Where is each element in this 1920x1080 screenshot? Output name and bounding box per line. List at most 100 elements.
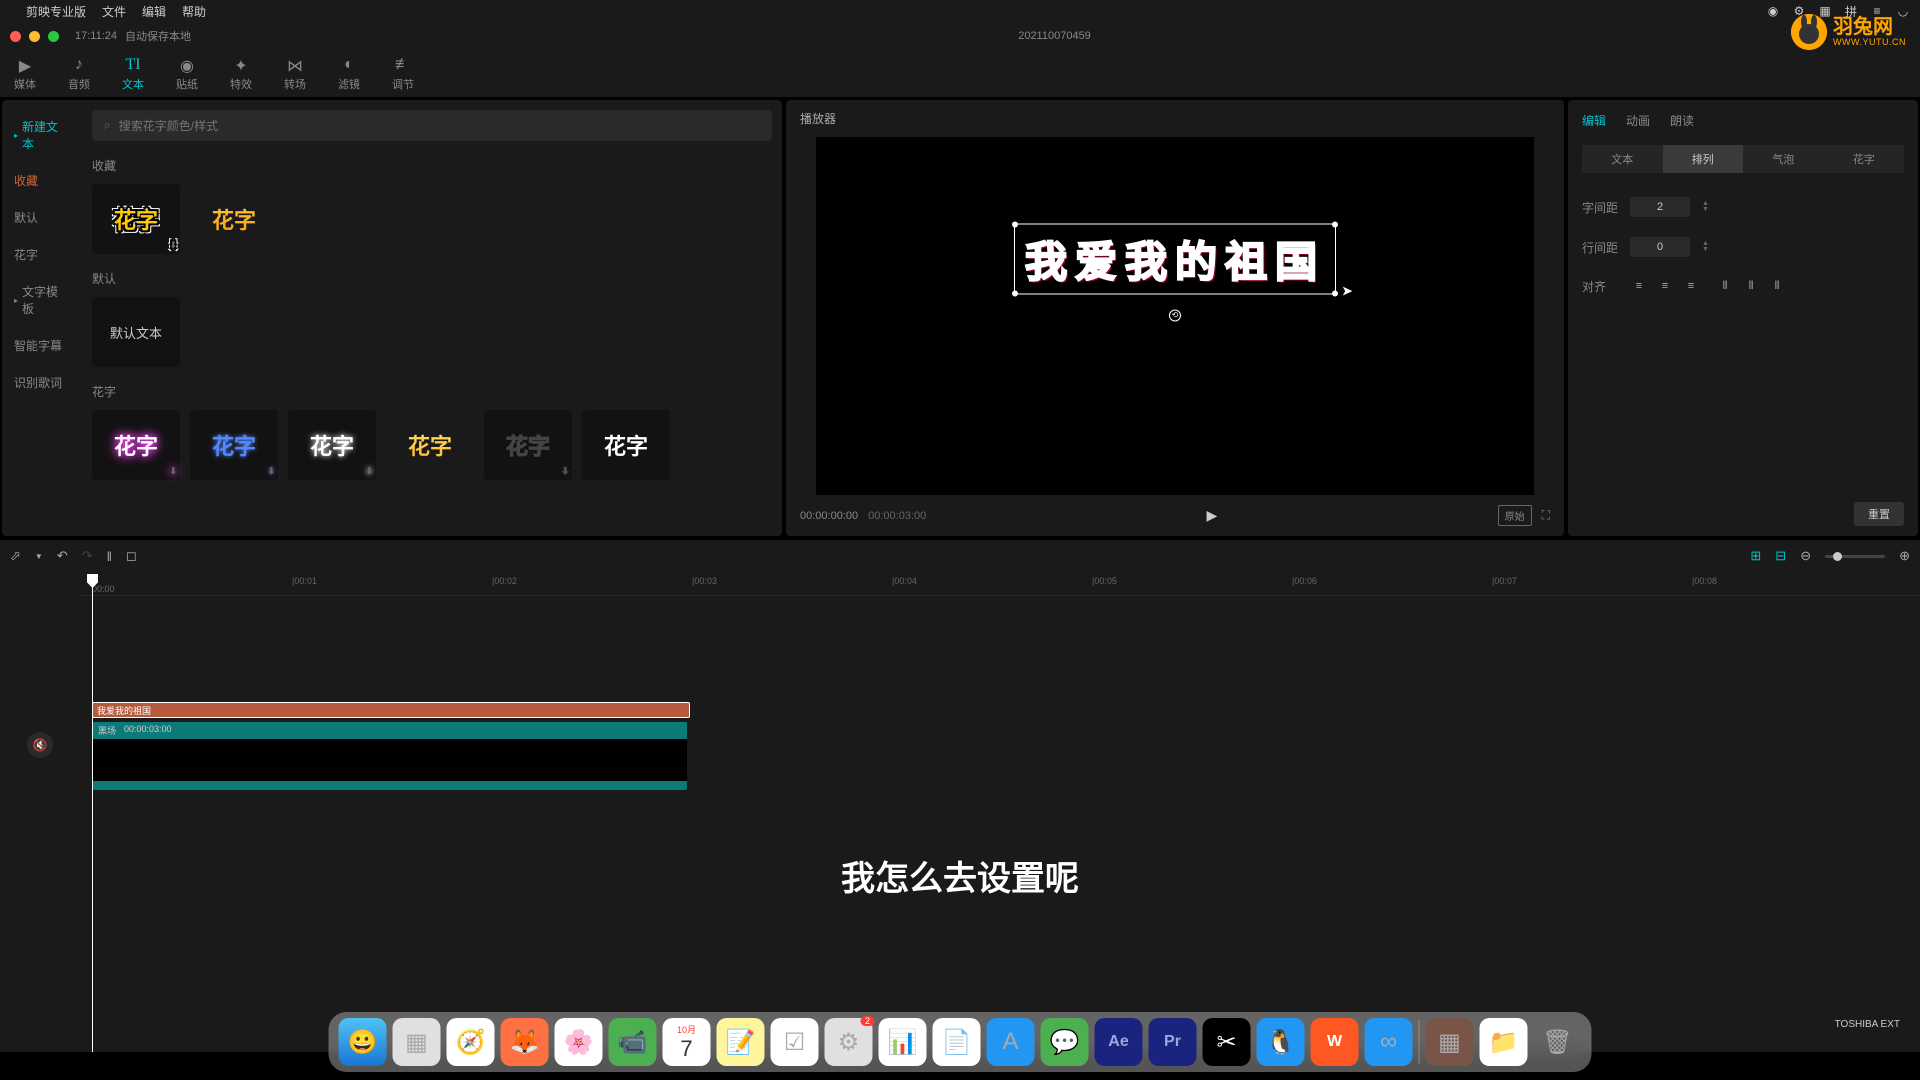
nav-default[interactable]: 默认 — [2, 199, 82, 236]
dock-reminders[interactable]: ☑ — [771, 1018, 819, 1066]
style-card-6[interactable]: 花字 — [582, 410, 670, 480]
rotate-handle[interactable]: ⟲ — [1169, 309, 1181, 321]
menu-help[interactable]: 帮助 — [182, 3, 206, 20]
nav-lyrics[interactable]: 识别歌词 — [2, 364, 82, 401]
tab-media[interactable]: ▶媒体 — [10, 52, 40, 96]
align-v2[interactable]: ⦀ — [1742, 277, 1760, 295]
tab-sticker[interactable]: ◉贴纸 — [172, 52, 202, 96]
video-clip[interactable]: 黑场 00:00:03:00 — [92, 722, 687, 790]
crop-tool[interactable]: ◻ — [126, 548, 137, 564]
dock-wps[interactable]: W — [1311, 1018, 1359, 1066]
play-button[interactable]: ▶ — [1207, 507, 1218, 524]
playhead[interactable] — [92, 574, 93, 1052]
line-spacing-input[interactable] — [1630, 237, 1690, 257]
dock-calendar[interactable]: 10月7 — [663, 1018, 711, 1066]
align-v1[interactable]: ⦀ — [1716, 277, 1734, 295]
dock-numbers[interactable]: 📊 — [879, 1018, 927, 1066]
dock-app2[interactable]: 📁 — [1480, 1018, 1528, 1066]
style-card-fav-1[interactable]: 花字⬇ — [92, 184, 180, 254]
search-bar[interactable]: ⌕ — [92, 110, 772, 141]
dock-facetime[interactable]: 📹 — [609, 1018, 657, 1066]
close-window[interactable] — [10, 31, 21, 42]
record-icon[interactable]: ◉ — [1766, 4, 1780, 18]
subtab-bubble[interactable]: 气泡 — [1743, 145, 1824, 173]
align-right[interactable]: ≡ — [1682, 277, 1700, 295]
nav-new-text[interactable]: ▸新建文本 — [2, 108, 82, 162]
nav-subtitle[interactable]: 智能字幕 — [2, 327, 82, 364]
nav-favorites[interactable]: 收藏 — [2, 162, 82, 199]
handle-bl[interactable] — [1012, 290, 1018, 296]
spinner[interactable]: ▲▼ — [1702, 241, 1709, 253]
dock-notes[interactable]: 📝 — [717, 1018, 765, 1066]
dock-trash[interactable]: 🗑 — [1534, 1018, 1582, 1066]
tab-transition[interactable]: ⋈转场 — [280, 52, 310, 96]
handle-tl[interactable] — [1012, 221, 1018, 227]
menu-file[interactable]: 文件 — [102, 3, 126, 20]
subtab-arrange[interactable]: 排列 — [1663, 145, 1744, 173]
style-card-2[interactable]: 花字⬇ — [190, 410, 278, 480]
timeline-main[interactable]: | 00:00 |00:01 |00:02 |00:03 |00:04 |00:… — [80, 572, 1920, 1052]
zoom-out[interactable]: ⊖ — [1800, 548, 1811, 564]
text-selection-box[interactable]: 我爱我的祖国 ⟲ ➤ — [1014, 223, 1336, 294]
tab-read[interactable]: 朗读 — [1670, 108, 1694, 133]
dock-pr[interactable]: Pr — [1149, 1018, 1197, 1066]
style-card-5[interactable]: 花字⬇ — [484, 410, 572, 480]
tab-effects[interactable]: ✦特效 — [226, 52, 256, 96]
style-card-1[interactable]: 花字⬇ — [92, 410, 180, 480]
dock-wechat[interactable]: 💬 — [1041, 1018, 1089, 1066]
dock-appstore[interactable]: A — [987, 1018, 1035, 1066]
menu-edit[interactable]: 编辑 — [142, 3, 166, 20]
dock-firefox[interactable]: 🦊 — [501, 1018, 549, 1066]
text-clip[interactable]: 我爱我的祖国 — [92, 702, 690, 718]
nav-huazi[interactable]: 花字 — [2, 236, 82, 273]
zoom-slider[interactable] — [1825, 555, 1885, 558]
snap-tool-1[interactable]: ⊞ — [1750, 548, 1761, 564]
zoom-in[interactable]: ⊕ — [1899, 548, 1910, 564]
preview-text[interactable]: 我爱我的祖国 — [1025, 228, 1325, 289]
dock-finder[interactable]: 😀 — [339, 1018, 387, 1066]
style-card-default[interactable]: 默认文本 — [92, 297, 180, 367]
tab-audio[interactable]: ♪音频 — [64, 52, 94, 96]
style-card-3[interactable]: 花字⬇ — [288, 410, 376, 480]
dock-textedit[interactable]: 📄 — [933, 1018, 981, 1066]
align-v3[interactable]: ⦀ — [1768, 277, 1786, 295]
split-tool[interactable]: ‖ — [107, 549, 112, 564]
chevron-down-icon[interactable]: ▼ — [35, 552, 43, 561]
reset-button[interactable]: 重置 — [1854, 502, 1904, 526]
subtab-huazi[interactable]: 花字 — [1824, 145, 1905, 173]
timeline-ruler[interactable]: | 00:00 |00:01 |00:02 |00:03 |00:04 |00:… — [80, 572, 1920, 596]
nav-template[interactable]: ▸文字模板 — [2, 273, 82, 327]
style-card-fav-2[interactable]: 花字⬇ — [190, 184, 278, 254]
subtab-text[interactable]: 文本 — [1582, 145, 1663, 173]
dock-capcut[interactable]: ✂ — [1203, 1018, 1251, 1066]
dock-ae[interactable]: Ae — [1095, 1018, 1143, 1066]
handle-br[interactable] — [1332, 290, 1338, 296]
tab-edit[interactable]: 编辑 — [1582, 108, 1606, 133]
align-center[interactable]: ≡ — [1656, 277, 1674, 295]
minimize-window[interactable] — [29, 31, 40, 42]
dock-safari[interactable]: 🧭 — [447, 1018, 495, 1066]
dock-launchpad[interactable]: ▦ — [393, 1018, 441, 1066]
align-left[interactable]: ≡ — [1630, 277, 1648, 295]
dock-photos[interactable]: 🌸 — [555, 1018, 603, 1066]
tab-animation[interactable]: 动画 — [1626, 108, 1650, 133]
handle-tr[interactable] — [1332, 221, 1338, 227]
undo-button[interactable]: ↶ — [57, 548, 68, 564]
dock-settings[interactable]: ⚙2 — [825, 1018, 873, 1066]
style-card-4[interactable]: 花字⬇ — [386, 410, 474, 480]
dock-app1[interactable]: ▦ — [1426, 1018, 1474, 1066]
redo-button[interactable]: ↷ — [82, 548, 93, 564]
fullscreen-button[interactable]: ⛶ — [1542, 508, 1550, 523]
search-input[interactable] — [119, 119, 760, 133]
preview-viewport[interactable]: 我爱我的祖国 ⟲ ➤ — [816, 137, 1534, 495]
tab-adjust[interactable]: ≢调节 — [388, 52, 418, 96]
tab-text[interactable]: TI文本 — [118, 52, 148, 96]
pointer-tool[interactable]: ⬀ — [10, 548, 21, 564]
dock-qq[interactable]: 🐧 — [1257, 1018, 1305, 1066]
app-name[interactable]: 剪映专业版 — [26, 3, 86, 20]
snap-tool-2[interactable]: ⊟ — [1775, 548, 1786, 564]
spinner[interactable]: ▲▼ — [1702, 201, 1709, 213]
maximize-window[interactable] — [48, 31, 59, 42]
ratio-button[interactable]: 原始 — [1498, 505, 1532, 526]
dock-baidu[interactable]: ∞ — [1365, 1018, 1413, 1066]
